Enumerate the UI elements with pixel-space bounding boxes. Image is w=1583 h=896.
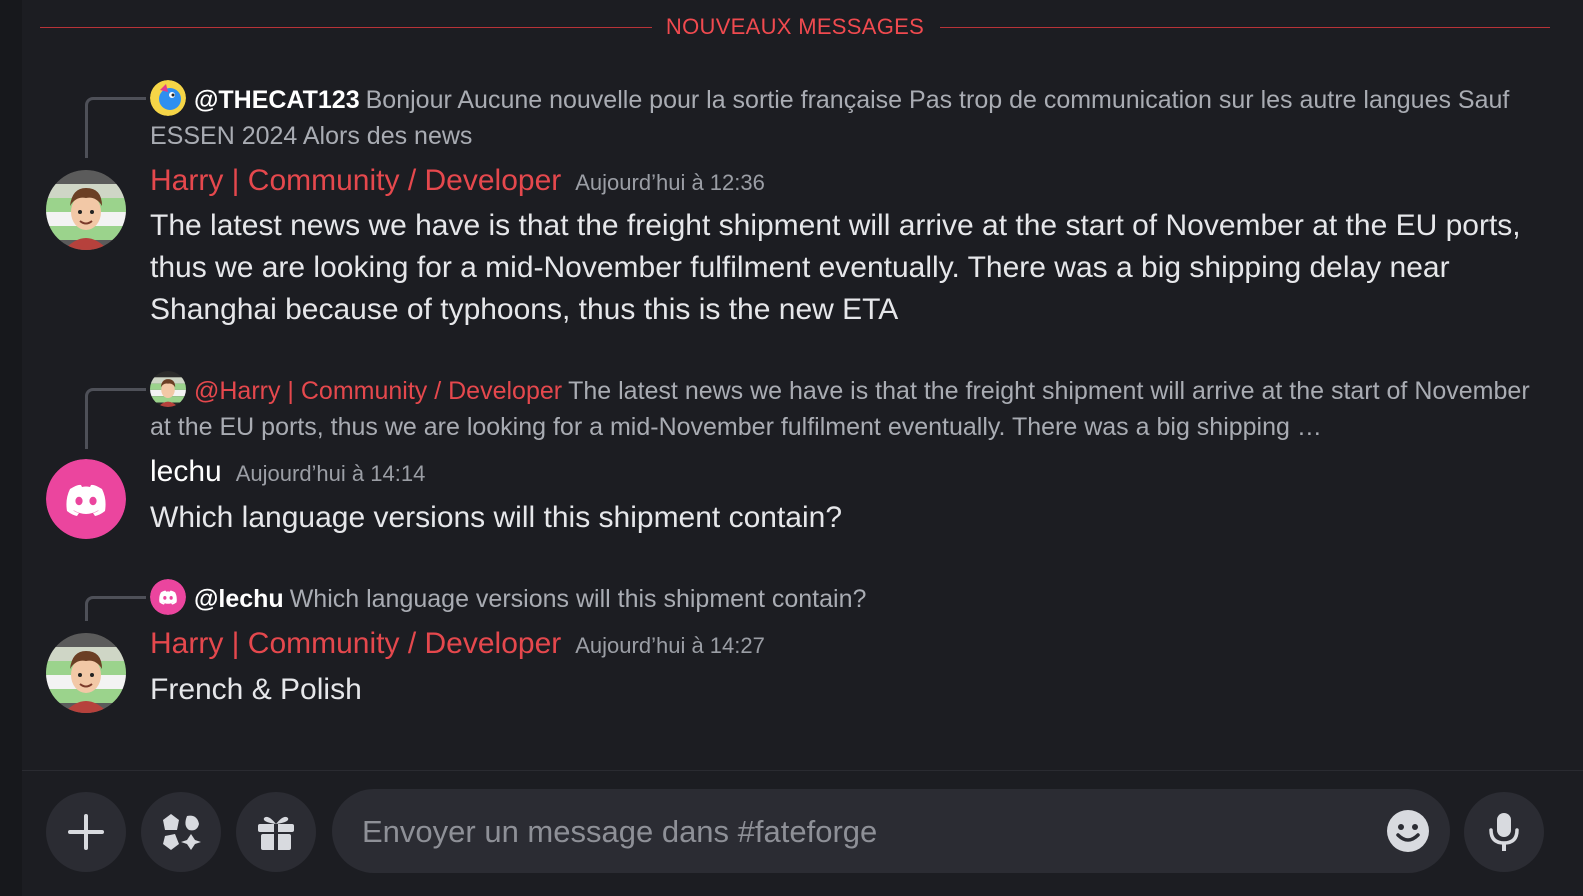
harry-avatar[interactable]	[46, 633, 126, 713]
server-sidebar-edge	[0, 0, 22, 896]
lechu-avatar[interactable]	[46, 459, 126, 539]
reply-mention[interactable]: @lechu	[194, 585, 284, 613]
reply-preview[interactable]: @THECAT123 Bonjour Aucune nouvelle pour l…	[150, 80, 1545, 154]
microphone-icon	[1489, 813, 1519, 851]
reply-mention[interactable]: @Harry | Community / Developer	[194, 377, 562, 405]
message-content: French & Polish	[150, 673, 362, 706]
harry-mini-avatar	[150, 371, 186, 407]
new-messages-divider: NOUVEAUX MESSAGES	[40, 12, 1550, 42]
gift-button[interactable]	[236, 792, 316, 872]
thecat-avatar	[150, 80, 186, 116]
plus-icon	[68, 814, 104, 850]
voice-message-button[interactable]	[1464, 792, 1544, 872]
timestamp: Aujourd’hui à 14:14	[235, 461, 426, 486]
author-line: Harry | Community / Developer Aujourd’hui…	[150, 164, 765, 198]
reply-mention[interactable]: @THECAT123	[194, 86, 360, 114]
reply-preview[interactable]: @lechu Which language versions will this …	[150, 579, 1545, 617]
message-composer[interactable]	[332, 789, 1450, 875]
composer-separator	[22, 770, 1583, 771]
timestamp: Aujourd’hui à 14:27	[575, 633, 765, 658]
divider-line-right	[940, 27, 1550, 28]
add-attachment-button[interactable]	[46, 792, 126, 872]
author-name[interactable]: Harry | Community / Developer	[150, 627, 561, 660]
reply-connector	[85, 388, 146, 449]
author-line: Harry | Community / Developer Aujourd’hui…	[150, 627, 765, 661]
message-content: The latest news we have is that the frei…	[150, 209, 1521, 326]
harry-avatar[interactable]	[46, 170, 126, 250]
reply-connector	[85, 596, 146, 621]
gift-icon	[258, 816, 294, 850]
reply-preview[interactable]: @Harry | Community / Developer The latest…	[150, 371, 1545, 445]
reply-text: Which language versions will this shipme…	[289, 585, 867, 613]
author-name[interactable]: lechu	[150, 455, 222, 488]
author-line: lechu Aujourd’hui à 14:14	[150, 455, 425, 489]
emoji-icon	[1387, 810, 1429, 852]
timestamp: Aujourd’hui à 12:36	[575, 170, 765, 195]
author-name[interactable]: Harry | Community / Developer	[150, 164, 561, 197]
message-content: Which language versions will this shipme…	[150, 501, 843, 534]
message-input[interactable]	[360, 789, 1364, 875]
reply-connector	[85, 97, 146, 158]
lechu-mini-avatar	[150, 579, 186, 615]
apps-button[interactable]	[141, 792, 221, 872]
apps-icon	[163, 814, 201, 850]
emoji-button[interactable]	[1386, 809, 1430, 853]
